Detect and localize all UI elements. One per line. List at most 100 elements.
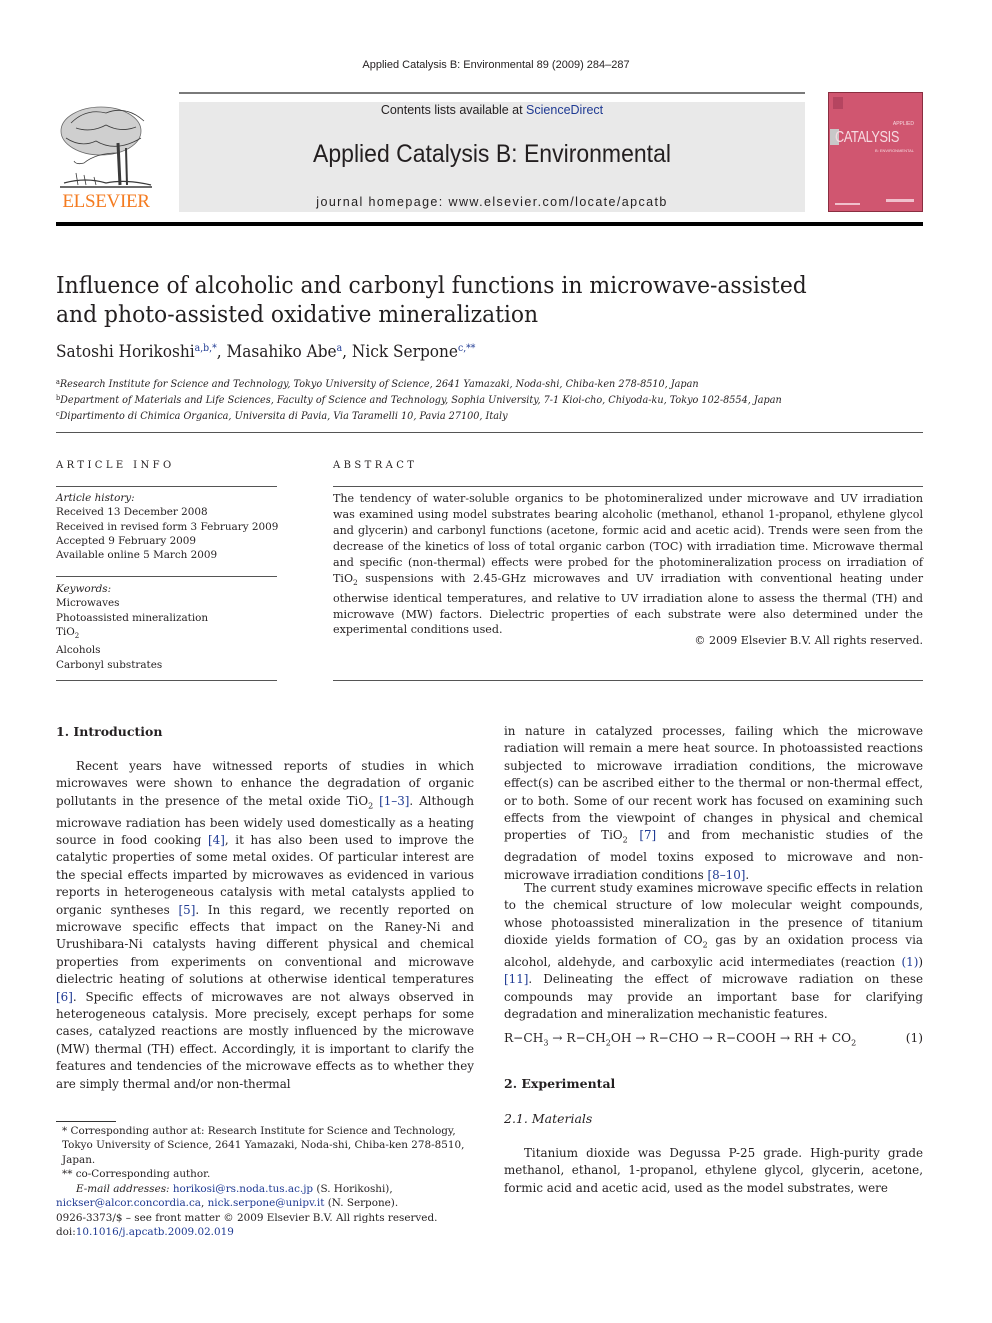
- abstract-text: The tendency of water-soluble organics t…: [333, 491, 923, 638]
- article-info-rule: [56, 486, 277, 487]
- abstract-copyright: © 2009 Elsevier B.V. All rights reserved…: [694, 634, 923, 647]
- cover-title: CATALYSIS: [835, 129, 899, 146]
- email-label: E-mail addresses:: [76, 1182, 173, 1195]
- author-name: Satoshi Horikoshi: [56, 342, 195, 361]
- author-affiliation-link[interactable]: c,**: [458, 343, 475, 354]
- running-head: Applied Catalysis B: Environmental 89 (2…: [362, 59, 630, 71]
- keywords-label: Keywords:: [56, 583, 112, 595]
- history-item: Received 13 December 2008: [56, 506, 208, 519]
- subsection-heading-materials: 2.1. Materials: [504, 1110, 592, 1128]
- eq-subscript: 2: [851, 1038, 857, 1048]
- title-divider: [56, 432, 923, 433]
- keyword-subscript: 2: [74, 631, 80, 640]
- affiliation-item: cDipartimento di Chimica Organica, Unive…: [56, 407, 782, 423]
- history-item: Received in revised form 3 February 2009: [56, 520, 279, 533]
- equation-number: (1): [905, 1031, 923, 1045]
- sciencedirect-link[interactable]: ScienceDirect: [526, 103, 603, 117]
- section-heading-experimental: 2. Experimental: [504, 1075, 615, 1093]
- text: in nature in catalyzed processes, failin…: [504, 724, 923, 843]
- introduction-heading-text: 1. Introduction: [56, 724, 163, 739]
- homepage-url-link[interactable]: www.elsevier.com/locate/apcatb: [449, 195, 668, 209]
- keywords: Keywords: Microwaves Photoassisted miner…: [56, 582, 208, 672]
- article-info-rule: [56, 576, 277, 577]
- text: . Specific effects of microwaves are not…: [56, 989, 474, 1091]
- affiliation-item: aResearch Institute for Science and Tech…: [56, 375, 782, 391]
- article-history: Article history: Received 13 December 20…: [56, 491, 278, 562]
- cover-footer-logo: [886, 199, 914, 202]
- affiliation-text: Research Institute for Science and Techn…: [59, 378, 699, 390]
- keyword-item: Photoassisted mineralization: [56, 611, 209, 624]
- elsevier-tree-icon: [60, 106, 152, 188]
- affiliation-text: Department of Materials and Life Science…: [60, 394, 782, 406]
- introduction-paragraph-2: The current study examines microwave spe…: [504, 880, 923, 1024]
- eq-part: R−CH: [504, 1031, 544, 1045]
- title-line-1: Influence of alcoholic and carbonyl func…: [56, 271, 807, 299]
- front-matter: 0926-3373/$ – see front matter © 2009 El…: [56, 1211, 474, 1240]
- abstract-rule: [333, 486, 923, 487]
- author-name: Nick Serpone: [351, 342, 458, 361]
- article-info-rule: [56, 680, 277, 681]
- citation-link[interactable]: [7]: [639, 828, 656, 842]
- article-title: Influence of alcoholic and carbonyl func…: [56, 271, 856, 329]
- citation-link[interactable]: [5]: [178, 903, 195, 917]
- email-link[interactable]: nick.serpone@unipv.it: [208, 1197, 325, 1209]
- footnotes: * Corresponding author at: Research Inst…: [56, 1124, 474, 1210]
- keyword-item: Carbonyl substrates: [56, 658, 163, 671]
- materials-heading-text: 2.1. Materials: [504, 1111, 593, 1126]
- keyword-text: TiO: [56, 625, 75, 638]
- email-owner: (S. Horikoshi),: [313, 1182, 393, 1195]
- footnote-emails-cont: nickser@alcor.concordia.ca, nick.serpone…: [56, 1196, 474, 1210]
- article-info-heading: ARTICLE INFO: [56, 460, 175, 471]
- author-list: Satoshi Horikoshia,b,*, Masahiko Abea, N…: [56, 342, 475, 361]
- contents-line: Contents lists available at ScienceDirec…: [179, 103, 805, 117]
- experimental-heading-text: 2. Experimental: [504, 1076, 616, 1091]
- equation-reference-link[interactable]: (1): [902, 955, 919, 969]
- doi-line: doi:10.1016/j.apcatb.2009.02.019: [56, 1225, 474, 1239]
- citation-link[interactable]: [1–3]: [379, 794, 409, 808]
- keyword-item: TiO2: [56, 625, 208, 643]
- citation-link[interactable]: [11]: [504, 972, 528, 986]
- eq-part: → R−CH: [548, 1031, 606, 1045]
- title-line-2: and photo-assisted oxidative mineralizat…: [56, 300, 539, 328]
- cover-footer-mark: [835, 203, 860, 205]
- email-link[interactable]: nickser@alcor.concordia.ca: [56, 1197, 201, 1209]
- text: ): [918, 955, 923, 969]
- affiliation-text: Dipartimento di Chimica Organica, Univer…: [59, 410, 508, 422]
- abstract-heading: ABSTRACT: [333, 460, 418, 471]
- masthead-top-rule: [179, 92, 805, 94]
- issn-copyright: 0926-3373/$ – see front matter © 2009 El…: [56, 1212, 438, 1224]
- affiliation-item: bDepartment of Materials and Life Scienc…: [56, 391, 782, 407]
- footnote-co-corresponding: ** co-Corresponding author.: [62, 1168, 211, 1181]
- elsevier-wordmark: ELSEVIER: [62, 191, 150, 212]
- masthead-bottom-rule: [56, 222, 923, 226]
- reaction-equation: R−CH3 → R−CH2OH → R−CHO → R−COOH → RH + …: [504, 1030, 923, 1052]
- author-affiliation-link[interactable]: a,b,*: [195, 343, 217, 354]
- homepage-prefix: journal homepage:: [316, 195, 449, 209]
- elsevier-logo[interactable]: ELSEVIER: [56, 103, 156, 213]
- journal-name: Applied Catalysis B: Environmental: [313, 140, 671, 168]
- journal-cover-thumbnail[interactable]: APPLIED CATALYSIS B: ENVIRONMENTAL: [828, 92, 923, 212]
- subscript: 2: [368, 801, 374, 811]
- footnote-emails: E-mail addresses: horikosi@rs.noda.tus.a…: [56, 1182, 474, 1196]
- cover-applied-text: APPLIED: [892, 121, 914, 127]
- author-name: Masahiko Abe: [226, 342, 337, 361]
- author-separator: ,: [216, 342, 227, 361]
- cover-subtitle: B: ENVIRONMENTAL: [874, 148, 914, 153]
- citation-link[interactable]: [4]: [208, 833, 225, 847]
- history-item: Available online 5 March 2009: [56, 549, 218, 562]
- doi-link[interactable]: 10.1016/j.apcatb.2009.02.019: [76, 1226, 234, 1238]
- text: . Delineating the effect of microwave ra…: [504, 972, 923, 1022]
- introduction-paragraph: Recent years have witnessed reports of s…: [56, 758, 474, 1093]
- cover-logo-icon: [833, 97, 843, 109]
- history-item: Accepted 9 February 2009: [56, 534, 197, 547]
- journal-homepage: journal homepage: www.elsevier.com/locat…: [179, 195, 805, 209]
- citation-link[interactable]: [6]: [56, 990, 73, 1004]
- author-separator: ,: [342, 342, 352, 361]
- abstract-rule: [333, 680, 923, 681]
- email-separator: ,: [201, 1197, 208, 1210]
- subscript: 2: [622, 835, 628, 845]
- eq-part: OH → R−CHO → R−COOH → RH + CO: [610, 1031, 852, 1045]
- contents-prefix: Contents lists available at: [380, 103, 527, 117]
- email-link[interactable]: horikosi@rs.noda.tus.ac.jp: [173, 1183, 313, 1195]
- doi-label: doi:: [56, 1226, 76, 1239]
